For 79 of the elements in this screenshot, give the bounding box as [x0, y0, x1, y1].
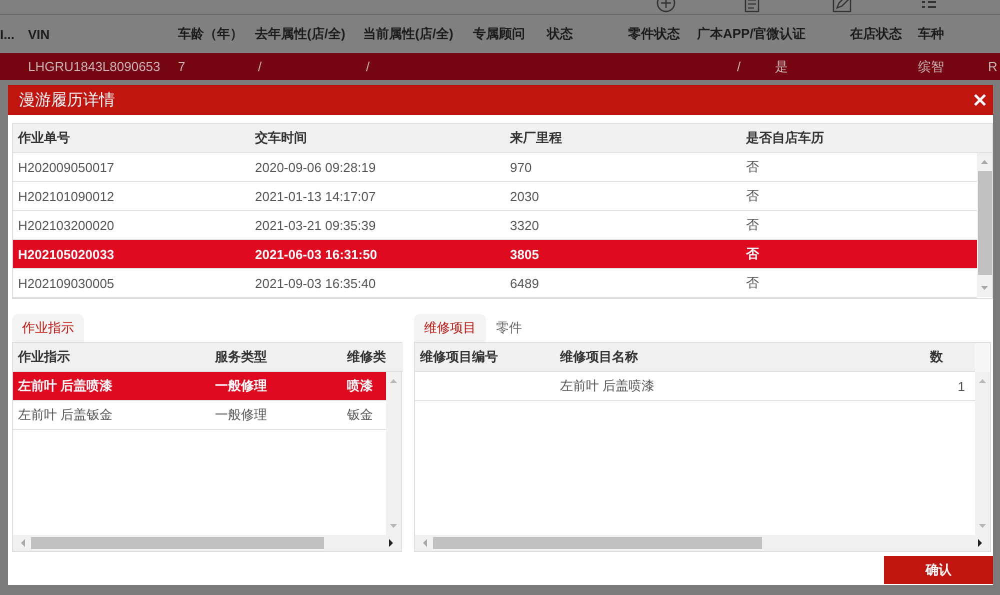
table-cell-text: 2021-03-21 09:35:39 [254, 218, 377, 232]
table-cell-text: 2021-01-13 14:17:07 [254, 188, 377, 204]
column-header: I... [0, 26, 16, 42]
column-header: 数 [928, 348, 944, 366]
horizontal-scrollbar[interactable] [13, 535, 401, 551]
vertical-scrollbar[interactable] [386, 372, 401, 535]
scrollbar-thumb[interactable] [31, 537, 324, 549]
table-cell: 7 [178, 59, 186, 74]
column-header: 当前属性(店/全) [363, 25, 454, 43]
table-cell-text: 否 [745, 216, 760, 234]
column-header: 维修项目名称 [559, 348, 639, 366]
table-row[interactable]: 左前叶 后盖喷漆 一般修理 喷漆 [13, 372, 386, 401]
column-header: 专属顾问 [473, 25, 526, 43]
vertical-scrollbar[interactable] [977, 153, 992, 297]
table-cell-text: 钣金 [346, 406, 374, 424]
table-cell-text: 否 [745, 274, 760, 292]
column-header: 是否自店车历 [745, 129, 825, 147]
column-header: 交车时间 [254, 129, 308, 147]
table-cell-text: 左前叶 后盖钣金 [17, 406, 114, 424]
column-header: 广本APP/官微认证 [697, 25, 806, 43]
table-cell-text: 否 [745, 187, 760, 205]
table-cell-text: 2021-06-03 16:31:50 [254, 246, 378, 262]
table-cell: R [988, 59, 998, 74]
table-row[interactable]: LHGRU1843L8090653 7 / / / 是 缤智 R [0, 53, 1000, 80]
table-cell: 是 [775, 58, 788, 76]
table-row[interactable]: 左前叶 后盖喷漆 1 [415, 372, 975, 401]
table-cell-text: 否 [745, 245, 760, 263]
table-cell-text: 一般修理 [214, 377, 268, 395]
table-cell-text: 3805 [509, 246, 540, 262]
table-row[interactable]: 左前叶 后盖钣金 一般修理 钣金 [13, 401, 386, 430]
horizontal-scrollbar[interactable] [415, 535, 990, 551]
table-cell-text: H202103200020 [17, 218, 116, 232]
tab[interactable]: 维修项目 [414, 314, 486, 342]
column-header: 去年属性(店/全) [255, 25, 346, 43]
table-cell-text: 2021-09-03 16:35:40 [254, 276, 377, 290]
table-row[interactable]: H202009050017 2020-09-06 09:28:19 970 否 [13, 153, 977, 182]
scrollbar-thumb[interactable] [978, 171, 992, 275]
table-cell-text: H202009050017 [17, 160, 116, 174]
table-cell-text: 一般修理 [214, 406, 268, 424]
column-header: 车种 [918, 25, 945, 43]
column-header: 服务类型 [214, 348, 268, 366]
dialog-title: 漫游履历详情 [19, 90, 115, 110]
table-cell: / [366, 59, 370, 74]
table-cell-text: 否 [745, 158, 760, 176]
table-cell-text: H202101090012 [17, 188, 116, 204]
table-cell-text: 3320 [509, 218, 540, 232]
confirm-button[interactable]: 确认 [884, 556, 993, 584]
table-row[interactable]: H202101090012 2021-01-13 14:17:07 2030 否 [13, 182, 977, 211]
column-header: 作业指示 [16, 348, 71, 366]
column-header: 作业单号 [16, 129, 71, 147]
column-header: 车龄（年） [178, 25, 244, 43]
vertical-scrollbar[interactable] [975, 372, 990, 535]
table-row[interactable]: H202105020033 2021-06-03 16:31:50 3805 否 [13, 240, 977, 269]
table-cell: / [258, 59, 262, 74]
column-header: 在店状态 [850, 25, 903, 43]
table-cell-text: H202109030005 [17, 276, 116, 290]
column-header: 维修类 [346, 348, 387, 366]
tab[interactable]: 零件 [486, 314, 532, 342]
table-cell-text: 左前叶 后盖喷漆 [559, 377, 656, 395]
table-cell-text: 2020-09-06 09:28:19 [254, 160, 377, 174]
table-cell-text: 1 [956, 378, 966, 394]
column-header: VIN [28, 26, 51, 42]
table-cell-text: 左前叶 后盖喷漆 [16, 377, 114, 395]
table-row[interactable]: H202109030005 2021-09-03 16:35:40 6489 否 [13, 269, 977, 298]
table-cell-text: 970 [509, 160, 533, 174]
close-icon[interactable] [973, 93, 987, 107]
column-header: 状态 [547, 25, 574, 43]
column-header: 维修项目编号 [419, 348, 499, 366]
table-cell-text: H202105020033 [17, 246, 116, 262]
column-header: 零件状态 [628, 25, 681, 43]
table-cell: 缤智 [918, 58, 944, 76]
table-cell-text: 喷漆 [346, 377, 374, 395]
column-header: 来厂里程 [508, 129, 563, 147]
tab[interactable]: 作业指示 [12, 314, 84, 342]
table-cell: / [737, 59, 741, 74]
table-cell-text: 2030 [509, 188, 540, 204]
scrollbar-thumb[interactable] [433, 537, 762, 549]
table-cell: LHGRU1843L8090653 [28, 59, 160, 74]
table-cell-text: 6489 [509, 276, 540, 290]
